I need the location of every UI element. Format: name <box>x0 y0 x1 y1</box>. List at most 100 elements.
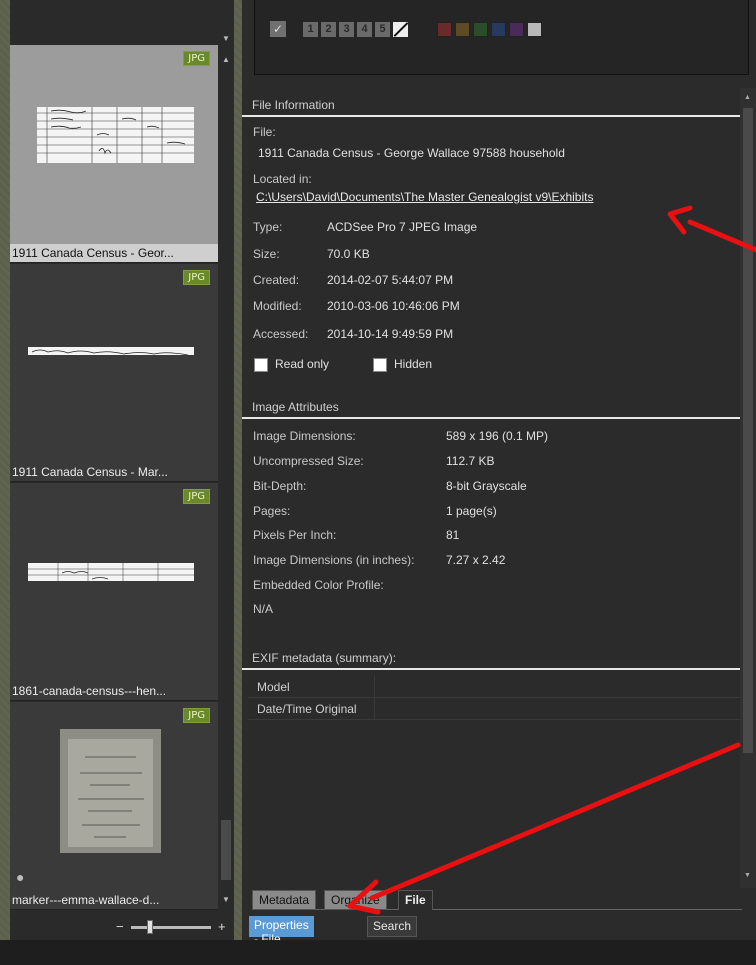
accessed-label: Accessed: <box>253 327 309 341</box>
file-location-link[interactable]: C:\Users\David\Documents\The Master Gene… <box>256 190 593 204</box>
section-divider <box>242 668 740 670</box>
thumbnail-caption: 1911 Canada Census - Mar... <box>12 465 168 479</box>
located-in-label: Located in: <box>253 172 312 186</box>
scroll-up-icon[interactable]: ▲ <box>222 55 230 64</box>
column-separator <box>374 698 375 720</box>
pixels-per-inch-label: Pixels Per Inch: <box>253 528 337 542</box>
thumbnail-panel: JPG 1911 Canada Census - Geor... JPG 191… <box>10 0 234 940</box>
exif-heading: EXIF metadata (summary): <box>252 651 397 665</box>
scroll-down-icon[interactable]: ▼ <box>222 895 230 904</box>
zoom-slider-track[interactable] <box>131 926 211 929</box>
uncompressed-size-label: Uncompressed Size: <box>253 454 364 468</box>
column-separator <box>374 676 375 698</box>
rating-label-toolbar: ✓ 1 2 3 4 5 <box>254 0 749 75</box>
app-background: JPG 1911 Canada Census - Geor... JPG 191… <box>0 0 756 965</box>
thumbnail-caption: marker---emma-wallace-d... <box>12 893 160 907</box>
color-label-blue[interactable] <box>491 21 506 37</box>
clear-rating-button[interactable] <box>393 21 408 37</box>
thumbnail-item[interactable]: JPG 1911 Canada Census - Geor... <box>10 45 218 263</box>
exif-row[interactable]: Model <box>248 676 740 698</box>
uncompressed-size-value: 112.7 KB <box>446 454 495 468</box>
size-label: Size: <box>253 247 280 261</box>
read-only-label: Read only <box>275 357 330 371</box>
color-label-purple[interactable] <box>509 21 524 37</box>
scroll-up-icon[interactable]: ▲ <box>744 94 751 101</box>
size-value: 70.0 KB <box>327 247 370 261</box>
read-only-checkbox[interactable] <box>254 358 268 372</box>
file-label: File: <box>253 125 276 139</box>
created-value: 2014-02-07 5:44:07 PM <box>327 273 454 287</box>
thumbnail-zoom-control: − + <box>10 915 234 940</box>
thumbnail-item[interactable]: JPG ● marker---emma-wallace-d... <box>10 702 218 910</box>
scrollbar-thumb[interactable] <box>743 108 753 753</box>
zoom-in-button[interactable]: + <box>218 919 226 934</box>
rating-5-button[interactable]: 5 <box>375 21 390 37</box>
image-dimensions-value: 589 x 196 (0.1 MP) <box>446 429 549 443</box>
chevron-down-icon[interactable]: ▼ <box>222 34 230 43</box>
properties-tab-bar: Metadata Organize File <box>252 888 742 910</box>
properties-file-button[interactable]: Properties - File <box>249 916 314 946</box>
census-thumbnail-image <box>28 563 194 581</box>
thumbnail-caption: 1861-canada-census---hen... <box>12 684 167 698</box>
rating-1-button[interactable]: 1 <box>303 21 318 37</box>
image-attributes-heading: Image Attributes <box>252 400 339 414</box>
jpg-badge: JPG <box>183 708 210 723</box>
zoom-slider-handle[interactable] <box>147 920 153 934</box>
thumbnail-item[interactable]: JPG 1911 Canada Census - Mar... <box>10 264 218 482</box>
location-pin-icon: ● <box>16 869 25 885</box>
color-label-yellow[interactable] <box>455 21 470 37</box>
scroll-down-icon[interactable]: ▼ <box>744 872 751 879</box>
scrollbar-thumb[interactable] <box>221 820 231 880</box>
color-profile-label: Embedded Color Profile: <box>253 578 384 592</box>
exif-datetime-label: Date/Time Original <box>257 702 357 716</box>
hidden-checkbox[interactable] <box>373 358 387 372</box>
properties-panel: ✓ 1 2 3 4 5 File Information File: 1911 … <box>242 0 756 946</box>
file-information-heading: File Information <box>252 98 335 112</box>
exif-row[interactable]: Date/Time Original <box>248 698 740 720</box>
section-divider <box>242 115 740 117</box>
type-label: Type: <box>253 220 283 234</box>
exif-model-label: Model <box>257 680 290 694</box>
thumbnail-caption: 1911 Canada Census - Geor... <box>10 244 218 262</box>
accessed-value: 2014-10-14 9:49:59 PM <box>327 327 454 341</box>
search-button[interactable]: Search <box>367 916 418 937</box>
color-label-green[interactable] <box>473 21 488 37</box>
jpg-badge: JPG <box>183 270 210 285</box>
rating-4-button[interactable]: 4 <box>357 21 372 37</box>
pages-value: 1 page(s) <box>446 504 497 518</box>
color-profile-value: N/A <box>253 602 274 616</box>
clear-color-label[interactable] <box>527 21 542 37</box>
rating-3-button[interactable]: 3 <box>339 21 354 37</box>
status-bar <box>0 940 756 965</box>
color-label-red[interactable] <box>437 21 452 37</box>
tab-metadata[interactable]: Metadata <box>252 890 317 910</box>
bit-depth-value: 8-bit Grayscale <box>446 479 527 493</box>
inches-dimensions-value: 7.27 x 2.42 <box>446 553 506 567</box>
hidden-label: Hidden <box>394 357 433 371</box>
rating-2-button[interactable]: 2 <box>321 21 336 37</box>
bit-depth-label: Bit-Depth: <box>253 479 307 493</box>
tag-checkbox[interactable]: ✓ <box>270 21 286 37</box>
modified-label: Modified: <box>253 299 302 313</box>
jpg-badge: JPG <box>183 51 210 66</box>
inches-dimensions-label: Image Dimensions (in inches): <box>253 553 415 567</box>
tab-organize[interactable]: Organize <box>324 890 387 910</box>
created-label: Created: <box>253 273 300 287</box>
jpg-badge: JPG <box>183 489 210 504</box>
thumbnail-scrollbar[interactable]: ▼ ▲ ▼ <box>218 0 234 940</box>
properties-scrollbar[interactable]: ▲ ▼ <box>740 88 756 888</box>
file-name-value: 1911 Canada Census - George Wallace 9758… <box>258 146 565 160</box>
thumbnail-item[interactable]: JPG 1861-canada-census---hen... <box>10 483 218 701</box>
exif-table: Model Date/Time Original <box>248 676 740 720</box>
thumbnail-list: JPG 1911 Canada Census - Geor... JPG 191… <box>10 45 218 910</box>
pages-label: Pages: <box>253 504 291 518</box>
census-thumbnail-image <box>37 107 194 163</box>
tab-file[interactable]: File <box>398 890 433 910</box>
type-value: ACDSee Pro 7 JPEG Image <box>327 220 478 234</box>
section-divider <box>242 417 740 419</box>
census-thumbnail-image <box>28 347 194 355</box>
gravestone-thumbnail-image <box>60 729 161 853</box>
zoom-out-button[interactable]: − <box>116 919 124 934</box>
pixels-per-inch-value: 81 <box>446 528 460 542</box>
properties-content: File Information File: 1911 Canada Censu… <box>242 88 756 888</box>
